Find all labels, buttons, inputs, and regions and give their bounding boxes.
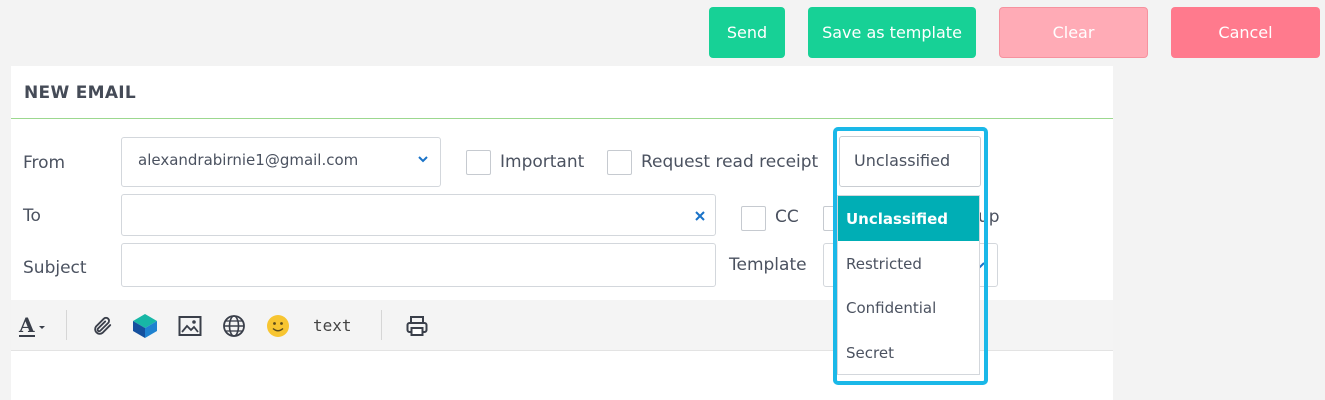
emoji-icon[interactable] <box>265 313 291 339</box>
svg-text:A: A <box>18 313 35 337</box>
toolbar-divider <box>66 310 67 340</box>
cancel-button[interactable]: Cancel <box>1171 7 1320 58</box>
read-receipt-checkbox[interactable] <box>607 150 632 175</box>
globe-icon[interactable] <box>221 313 247 339</box>
paperclip-icon[interactable] <box>89 313 115 339</box>
read-receipt-label: Request read receipt <box>641 152 819 172</box>
subject-input[interactable] <box>121 243 716 287</box>
clear-x-icon[interactable] <box>693 209 707 223</box>
panel-title: NEW EMAIL <box>24 83 137 103</box>
to-input[interactable] <box>121 194 716 236</box>
title-divider <box>11 118 1113 119</box>
font-color-icon[interactable]: A <box>18 313 48 339</box>
send-button[interactable]: Send <box>709 7 785 58</box>
important-label: Important <box>500 152 585 172</box>
clear-button[interactable]: Clear <box>999 7 1148 58</box>
save-as-template-button[interactable]: Save as template <box>808 7 976 58</box>
to-label: To <box>23 206 41 226</box>
toolbar-divider <box>381 310 382 340</box>
logo-icon[interactable] <box>132 313 158 339</box>
from-select[interactable]: alexandrabirnie1@gmail.com <box>121 137 441 187</box>
text-button[interactable]: text <box>313 316 352 335</box>
important-checkbox[interactable] <box>466 150 491 175</box>
template-label: Template <box>729 255 807 275</box>
dropdown-highlight-frame <box>833 127 988 385</box>
print-icon[interactable] <box>404 313 430 339</box>
subject-label: Subject <box>23 258 87 278</box>
image-icon[interactable] <box>177 313 203 339</box>
cc-checkbox[interactable] <box>741 206 766 231</box>
cc-label: CC <box>775 207 799 227</box>
from-label: From <box>23 153 66 173</box>
chevron-down-icon <box>418 156 428 163</box>
from-value: alexandrabirnie1@gmail.com <box>138 151 359 169</box>
